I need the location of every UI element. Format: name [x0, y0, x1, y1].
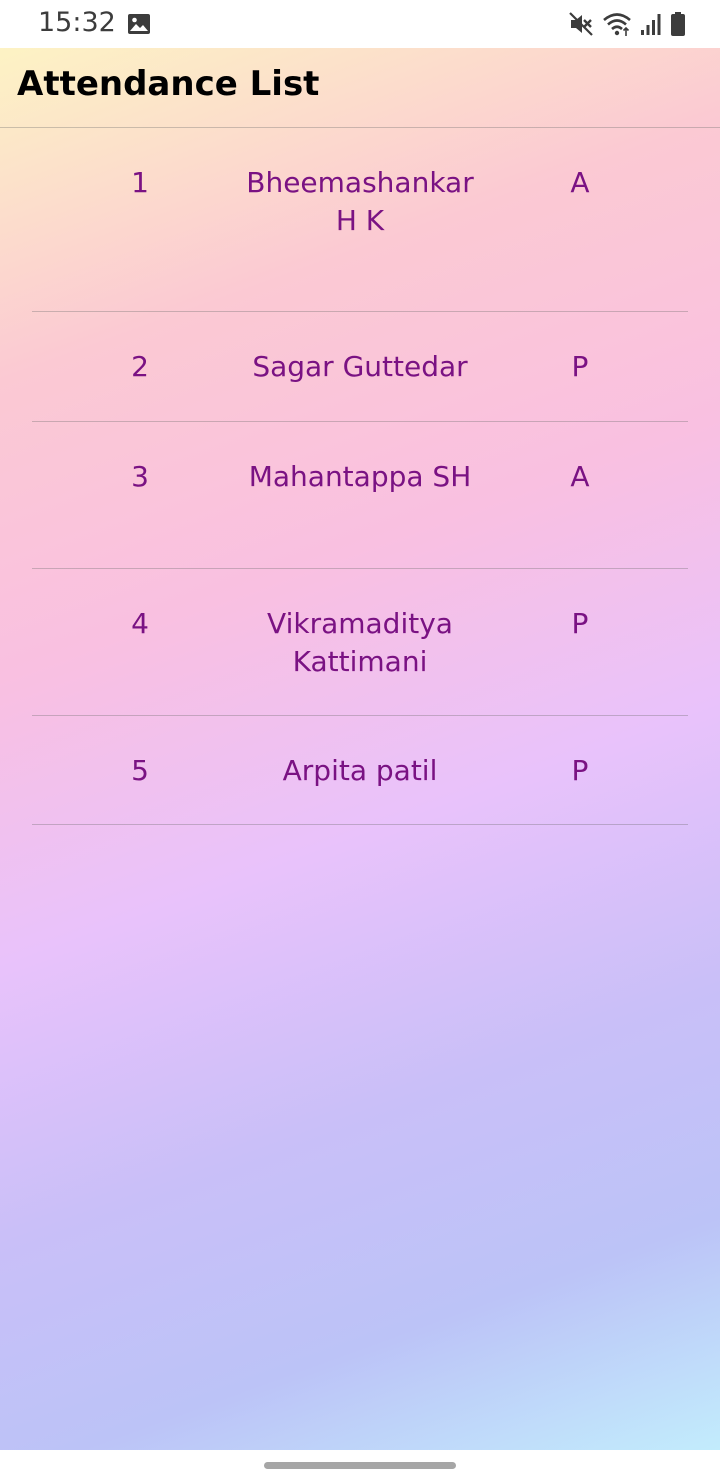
attendance-status: P: [571, 607, 589, 640]
student-number: 2: [131, 350, 149, 383]
battery-icon: [670, 11, 686, 37]
screen: 15:32 Attendance List 1 Bheemashankar H …: [0, 0, 720, 1480]
wifi-icon: [602, 11, 632, 37]
signal-icon: [640, 11, 662, 37]
student-number: 5: [131, 754, 149, 787]
attendance-list: 1 Bheemashankar H K A 2 Sagar Guttedar P…: [32, 128, 688, 825]
app-bar: Attendance List: [0, 48, 720, 128]
attendance-status: P: [571, 754, 589, 787]
status-icons: [568, 10, 686, 38]
attendance-status: A: [570, 460, 590, 493]
student-name: Arpita patil: [282, 754, 438, 787]
student-name: Sagar Guttedar: [252, 350, 468, 383]
home-gesture-handle[interactable]: [264, 1462, 456, 1469]
student-name: Vikramaditya Kattimani: [267, 607, 453, 678]
list-item[interactable]: 5 Arpita patil P: [32, 716, 688, 825]
status-bar: 15:32: [0, 0, 720, 48]
mute-icon: [568, 11, 594, 37]
attendance-status: P: [571, 350, 589, 383]
page-title: Attendance List: [17, 64, 320, 104]
attendance-status: A: [570, 166, 590, 199]
student-number: 3: [131, 460, 149, 493]
student-name: Bheemashankar H K: [246, 166, 474, 237]
navigation-bar: [0, 1450, 720, 1480]
attendance-screen: Attendance List 1 Bheemashankar H K A 2 …: [0, 48, 720, 1450]
list-item[interactable]: 3 Mahantappa SH A: [32, 422, 688, 569]
list-item[interactable]: 2 Sagar Guttedar P: [32, 312, 688, 422]
status-time: 15:32: [38, 7, 116, 38]
student-name: Mahantappa SH: [248, 460, 472, 493]
list-item[interactable]: 4 Vikramaditya Kattimani P: [32, 569, 688, 716]
student-number: 4: [131, 607, 149, 640]
list-item[interactable]: 1 Bheemashankar H K A: [32, 128, 688, 312]
gallery-icon: [127, 12, 151, 36]
student-number: 1: [131, 166, 149, 199]
